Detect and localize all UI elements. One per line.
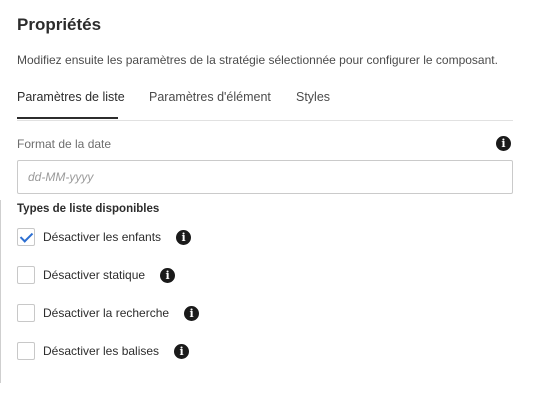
tab-list-settings[interactable]: Paramètres de liste [17, 90, 149, 120]
info-icon[interactable]: i [496, 136, 511, 151]
disable-tags-label: Désactiver les balises [43, 344, 160, 358]
disable-children-checkbox[interactable] [17, 228, 35, 246]
date-format-label: Format de la date [17, 137, 112, 151]
checkbox-row-disable-children[interactable]: Désactiver les enfants i [17, 227, 192, 247]
tabs-divider [17, 120, 513, 121]
info-icon[interactable]: i [174, 343, 190, 359]
left-divider [0, 200, 1, 383]
tab-item-settings[interactable]: Paramètres d'élément [149, 90, 296, 120]
info-icon[interactable]: i [176, 229, 192, 245]
tab-styles[interactable]: Styles [296, 90, 356, 120]
info-icon[interactable]: i [184, 305, 200, 321]
list-types-heading: Types de liste disponibles [17, 203, 160, 215]
disable-tags-checkbox[interactable] [17, 342, 35, 360]
disable-search-checkbox[interactable] [17, 304, 35, 322]
checkbox-row-disable-search[interactable]: Désactiver la recherche i [17, 303, 200, 323]
tab-bar: Paramètres de liste Paramètres d'élément… [17, 90, 356, 120]
disable-children-label: Désactiver les enfants [43, 230, 162, 244]
checkbox-row-disable-tags[interactable]: Désactiver les balises i [17, 341, 190, 361]
info-icon[interactable]: i [160, 267, 176, 283]
panel-description: Modifiez ensuite les paramètres de la st… [17, 53, 498, 67]
properties-panel: Propriétés Modifiez ensuite les paramètr… [0, 0, 546, 404]
panel-title: Propriétés [17, 15, 102, 34]
date-format-input[interactable] [17, 160, 513, 194]
checkbox-row-disable-static[interactable]: Désactiver statique i [17, 265, 176, 285]
disable-static-checkbox[interactable] [17, 266, 35, 284]
disable-search-label: Désactiver la recherche [43, 306, 170, 320]
disable-static-label: Désactiver statique [43, 268, 146, 282]
